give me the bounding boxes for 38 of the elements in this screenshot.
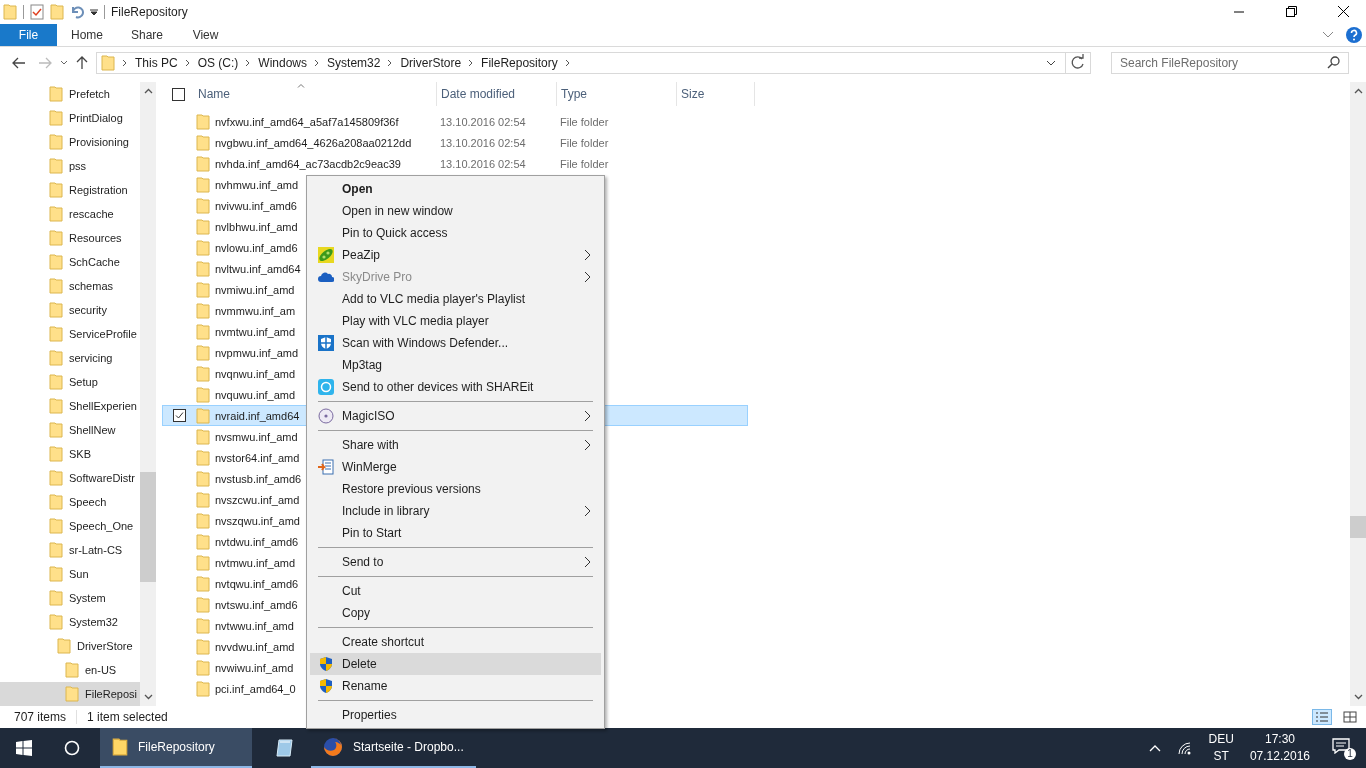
file-name: nvgbwu.inf_amd64_4626a208aa0212dd [215, 136, 412, 149]
notification-badge: 1 [1344, 748, 1356, 760]
date-modified: 13.10.2016 02:54 [440, 136, 527, 149]
file-name: nvsmwu.inf_amd [215, 430, 298, 443]
file-name: nvlowu.inf_amd6 [215, 241, 298, 254]
file-name: nvpmwu.inf_amd [215, 346, 299, 359]
file-name: nvivwu.inf_amd6 [215, 199, 297, 212]
file-name: nvmiwu.inf_amd [215, 283, 295, 296]
file-name: pci.inf_amd64_0 [215, 682, 296, 695]
file-name: nvtdwu.inf_amd6 [215, 535, 299, 548]
file-name: nvszcwu.inf_amd [215, 493, 300, 506]
file-name: nvtwwu.inf_amd [215, 619, 294, 632]
file-name: nvltwu.inf_amd64 [215, 262, 301, 275]
file-name: nvtqwu.inf_amd6 [215, 577, 299, 590]
file-name: nvvdwu.inf_amd [215, 640, 295, 653]
file-name: nvstor64.inf_amd [215, 451, 300, 464]
date-modified: 13.10.2016 02:54 [440, 115, 527, 128]
file-name: nvraid.inf_amd64 [215, 409, 300, 422]
window-title: FileRepository [111, 5, 188, 19]
file-name: nvtswu.inf_amd6 [215, 598, 298, 611]
file-name: nvlbhwu.inf_amd [215, 220, 298, 233]
item-count: 707 items [14, 710, 67, 724]
file-name: nvhda.inf_amd64_ac73acdb2c9eac39 [215, 157, 401, 170]
file-name: nvtmwu.inf_amd [215, 556, 296, 569]
file-name: nvstusb.inf_amd6 [215, 472, 302, 485]
file-type: File folder [560, 136, 610, 149]
date-modified: 13.10.2016 02:54 [440, 157, 527, 170]
file-name: nvmmwu.inf_am [215, 304, 296, 317]
file-name: nvquwu.inf_amd [215, 388, 296, 401]
selection-count: 1 item selected [87, 710, 168, 724]
file-name: nvszqwu.inf_amd [215, 514, 300, 527]
file-name: nvwiwu.inf_amd [215, 661, 294, 674]
file-type: File folder [560, 115, 610, 128]
file-name: nvfxwu.inf_amd64_a5af7a145809f36f [215, 115, 399, 128]
file-name: nvhmwu.inf_amd [215, 178, 299, 191]
file-name: nvmtwu.inf_amd [215, 325, 296, 338]
file-type: File folder [560, 157, 610, 170]
file-name: nvqnwu.inf_amd [215, 367, 296, 380]
